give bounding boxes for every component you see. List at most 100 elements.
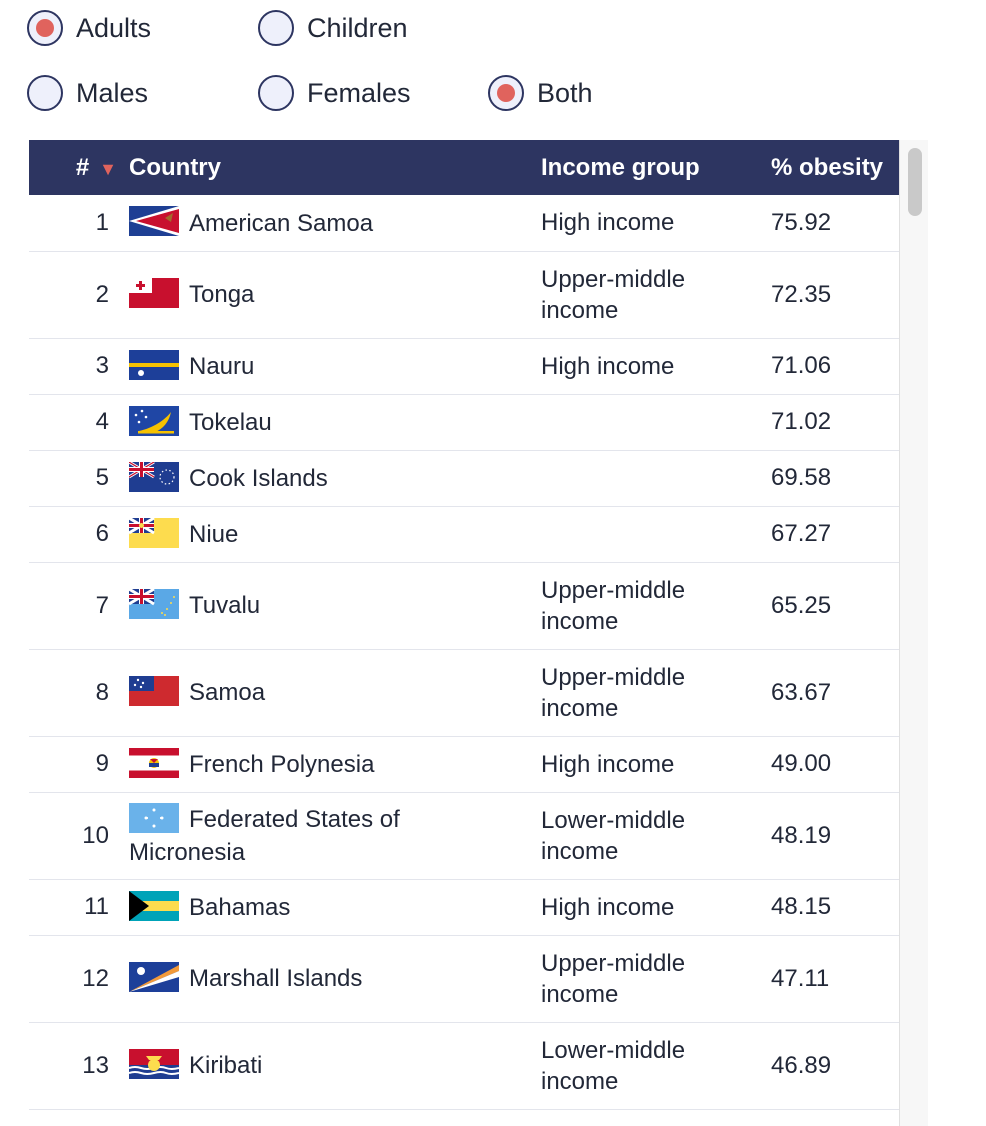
rank-cell: 13 [29, 1022, 129, 1110]
country-name: Tuvalu [189, 592, 261, 620]
niue-flag-icon [129, 517, 179, 548]
rank-cell: 1 [29, 195, 129, 252]
country-cell: Kiribati [129, 1022, 541, 1110]
obesity-table: # ▼ Country Income group % obesity 1 Ameri… [29, 140, 899, 1110]
country-cell: Marshall Islands [129, 935, 541, 1023]
rank-cell: 9 [29, 736, 129, 793]
country-cell: Tonga [129, 251, 541, 339]
country-name: Tonga [189, 281, 255, 309]
country-cell: Tuvalu [129, 562, 541, 650]
country-cell: American Samoa [129, 195, 541, 252]
table-row: 6 Niue 67.27 [29, 506, 899, 563]
country-cell: Cook Islands [129, 450, 541, 507]
country-column-header[interactable]: Country [129, 140, 541, 195]
radio-circle[interactable] [258, 75, 294, 111]
bahamas-flag-icon [129, 890, 179, 921]
samoa-flag-icon [129, 676, 179, 707]
table-scrollbar[interactable] [899, 140, 928, 1126]
radio-both[interactable]: Both [488, 75, 593, 111]
country-cell: Federated States of Micronesia [129, 792, 541, 880]
obesity-cell: 65.25 [771, 562, 899, 650]
obesity-cell: 48.19 [771, 792, 899, 880]
obesity-column-header[interactable]: % obesity [771, 140, 899, 195]
scrollbar-thumb[interactable] [908, 148, 922, 216]
tokelau-flag-icon [129, 405, 179, 436]
country-cell: Niue [129, 506, 541, 563]
radio-label-children: Children [307, 12, 408, 43]
country-cell: Bahamas [129, 879, 541, 936]
rank-cell: 5 [29, 450, 129, 507]
sort-descending-icon[interactable]: ▼ [99, 159, 117, 179]
obesity-cell: 71.06 [771, 338, 899, 395]
country-name: French Polynesia [189, 751, 375, 779]
radio-males[interactable]: Males [27, 75, 148, 111]
income-group-cell [541, 506, 771, 563]
radio-label-both: Both [537, 77, 593, 108]
income-group-cell: Upper-middle income [541, 562, 771, 650]
country-cell: Tokelau [129, 394, 541, 451]
american-samoa-flag-icon [129, 206, 179, 237]
radio-circle[interactable] [27, 10, 63, 46]
obesity-cell: 48.15 [771, 879, 899, 936]
country-name: Marshall Islands [189, 965, 363, 993]
country-name: Kiribati [189, 1052, 263, 1080]
nauru-flag-icon [129, 349, 179, 380]
obesity-cell: 69.58 [771, 450, 899, 507]
table-row: 10 Federated States of Micronesia Lower-mi… [29, 792, 899, 880]
filter-radio-group: Adults Children Males Females Both [0, 0, 986, 130]
income-group-cell [541, 450, 771, 507]
country-cell: French Polynesia [129, 736, 541, 793]
country-name: Bahamas [189, 894, 291, 922]
table-row: 5 Cook Islands 69.58 [29, 450, 899, 507]
table-row: 2 Tonga Upper-middle income 72.35 [29, 251, 899, 339]
income-group-cell: Lower-middle income [541, 792, 771, 880]
income-group-cell: Upper-middle income [541, 649, 771, 737]
income-group-cell: High income [541, 338, 771, 395]
income-group-cell: High income [541, 195, 771, 252]
country-name: Tokelau [189, 409, 272, 437]
country-name: American Samoa [189, 209, 374, 237]
table-row: 1 American Samoa High income 75.92 [29, 195, 899, 252]
income-group-cell [541, 394, 771, 451]
obesity-cell: 47.11 [771, 935, 899, 1023]
income-column-header[interactable]: Income group [541, 140, 771, 195]
table-row: 8 Samoa Upper-middle income 63.67 [29, 649, 899, 737]
cook-islands-flag-icon [129, 461, 179, 492]
radio-circle[interactable] [258, 10, 294, 46]
rank-cell: 3 [29, 338, 129, 395]
obesity-cell: 67.27 [771, 506, 899, 563]
rank-column-header[interactable]: # ▼ [29, 140, 129, 195]
obesity-cell: 46.89 [771, 1022, 899, 1110]
radio-circle[interactable] [488, 75, 524, 111]
radio-females[interactable]: Females [258, 75, 411, 111]
tonga-flag-icon [129, 278, 179, 309]
country-name: Cook Islands [189, 465, 328, 493]
radio-children[interactable]: Children [258, 10, 408, 46]
table-row: 13 Kiribati Lower-middle income 46.89 [29, 1022, 899, 1110]
income-group-cell: Upper-middle income [541, 251, 771, 339]
radio-circle[interactable] [27, 75, 63, 111]
table-header-row: # ▼ Country Income group % obesity [29, 140, 899, 195]
table-row: 12 Marshall Islands Upper-middle income 47.… [29, 935, 899, 1023]
marshall-islands-flag-icon [129, 962, 179, 993]
country-name: Niue [189, 521, 239, 549]
tuvalu-flag-icon [129, 589, 179, 620]
rank-cell: 11 [29, 879, 129, 936]
rank-header-label: # [75, 153, 90, 181]
table-row: 11 Bahamas High income 48.15 [29, 879, 899, 936]
country-cell: Nauru [129, 338, 541, 395]
country-name: Nauru [189, 353, 255, 381]
income-group-cell: Lower-middle income [541, 1022, 771, 1110]
french-polynesia-flag-icon [129, 747, 179, 778]
obesity-cell: 71.02 [771, 394, 899, 451]
income-group-cell: High income [541, 879, 771, 936]
rank-cell: 2 [29, 251, 129, 339]
radio-adults[interactable]: Adults [27, 10, 151, 46]
rank-cell: 12 [29, 935, 129, 1023]
radio-label-males: Males [76, 77, 149, 108]
country-cell: Samoa [129, 649, 541, 737]
income-group-cell: Upper-middle income [541, 935, 771, 1023]
table-row: 3 Nauru High income 71.06 [29, 338, 899, 395]
table-row: 9 French Polynesia High income 49.00 [29, 736, 899, 793]
country-name: Samoa [189, 679, 266, 707]
